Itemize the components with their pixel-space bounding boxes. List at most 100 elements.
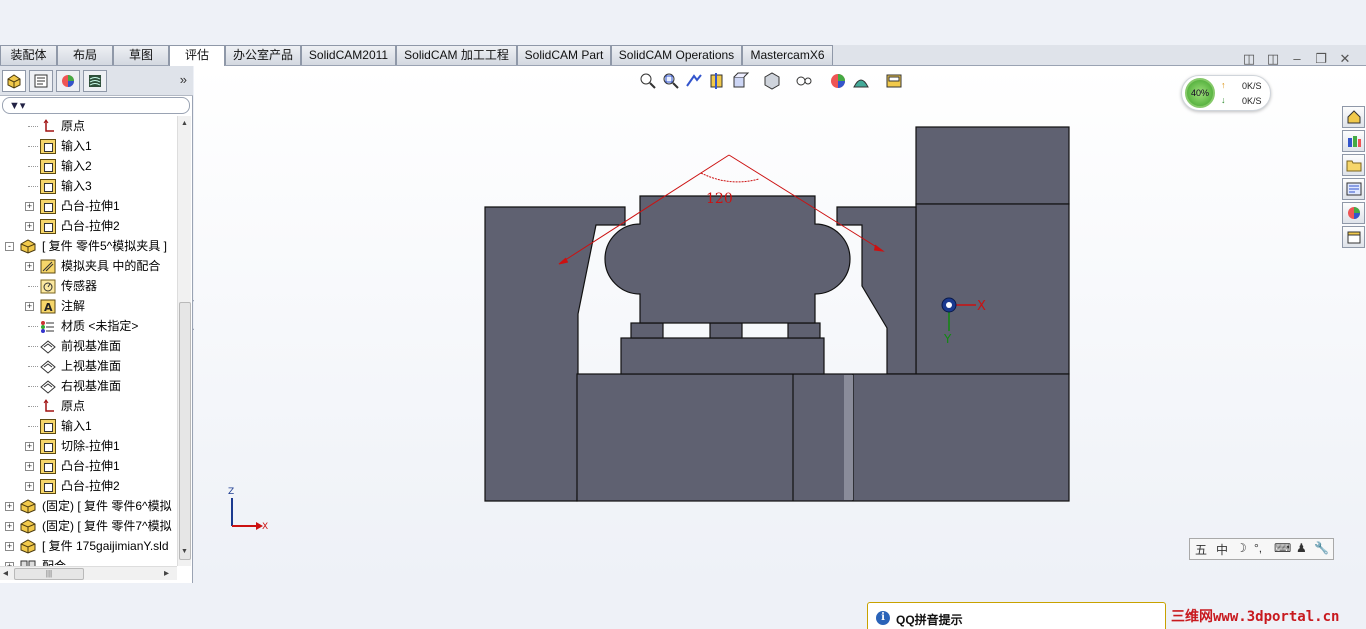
tree-item[interactable]: + 配合 xyxy=(0,556,177,566)
edit-appearance-icon[interactable] xyxy=(828,71,848,91)
tree-item[interactable]: - [ 复件 零件5^模拟夹具 ] xyxy=(0,236,177,256)
collapse-toggle[interactable]: - xyxy=(5,242,14,251)
tab-layout[interactable]: 布局 xyxy=(57,45,113,65)
right-lower-block xyxy=(915,203,1070,375)
tree-item[interactable]: 材质 <未指定> xyxy=(0,316,177,336)
tree-item-label: 模拟夹具 中的配合 xyxy=(61,259,161,273)
tree-horizontal-scrollbar[interactable]: ◂ ||| ▸ xyxy=(0,566,177,580)
apply-scene-icon[interactable] xyxy=(851,71,871,91)
scroll-right-icon[interactable]: ▸ xyxy=(164,567,169,581)
user-icon[interactable]: ♟ xyxy=(1296,541,1307,555)
tab-solidcam-part[interactable]: SolidCAM Part xyxy=(517,45,611,65)
tree-item[interactable]: 传感器 xyxy=(0,276,177,296)
expand-tabs-icon[interactable]: » xyxy=(180,72,187,87)
view-settings-icon[interactable] xyxy=(884,71,904,91)
tab-solidcam-operations[interactable]: SolidCAM Operations xyxy=(611,45,742,65)
file-explorer-tab[interactable] xyxy=(1342,154,1365,176)
tree-item[interactable]: + 凸台-拉伸1 xyxy=(0,196,177,216)
ime-logo-icon[interactable]: 五 xyxy=(1195,541,1207,558)
display-style-icon[interactable] xyxy=(762,71,782,91)
tree-item[interactable]: 输入2 xyxy=(0,156,177,176)
tree-item[interactable]: 原点 xyxy=(0,396,177,416)
origin-icon xyxy=(40,399,56,414)
tree-item[interactable]: 上视基准面 xyxy=(0,356,177,376)
qq-pinyin-popup[interactable]: i QQ拼音提示 xyxy=(867,602,1166,629)
keyboard-icon[interactable]: ⌨ xyxy=(1274,541,1291,555)
tree-line xyxy=(28,326,38,327)
appearances-tab[interactable] xyxy=(1342,202,1365,224)
ime-mode-toggle[interactable]: 中 xyxy=(1216,541,1228,558)
feature-manager-panel: » ▼▾ 原点 输入1 输入2 输入3 + 凸台-拉伸1 + 凸台-拉伸2 - … xyxy=(0,66,193,583)
expand-toggle[interactable]: + xyxy=(25,442,34,451)
tree-item[interactable]: 原点 xyxy=(0,116,177,136)
tree-line xyxy=(28,186,38,187)
tab-office-products[interactable]: 办公室产品 xyxy=(225,45,301,65)
expand-toggle[interactable]: + xyxy=(25,302,34,311)
tree-item[interactable]: 输入3 xyxy=(0,176,177,196)
scroll-down-icon[interactable]: ▼ xyxy=(181,548,188,555)
expand-toggle[interactable]: + xyxy=(5,522,14,531)
tree-item[interactable]: + (固定) [ 复件 零件6^模拟 xyxy=(0,496,177,516)
zoom-to-area-icon[interactable] xyxy=(661,71,681,91)
wrench-icon[interactable]: 🔧 xyxy=(1314,541,1329,555)
panel-tabs: » xyxy=(0,66,193,96)
filter-icon: ▼▾ xyxy=(9,100,26,112)
moon-icon[interactable]: ☽ xyxy=(1236,541,1247,555)
view-palette-tab[interactable] xyxy=(1342,178,1365,200)
tab-assembly[interactable]: 装配体 xyxy=(0,45,57,65)
tab-sketch[interactable]: 草图 xyxy=(113,45,169,65)
view-orientation-icon[interactable] xyxy=(730,71,750,91)
tree-item[interactable]: + 凸台-拉伸2 xyxy=(0,476,177,496)
tree-item[interactable]: 前视基准面 xyxy=(0,336,177,356)
ime-toolbar[interactable]: 五 中 ☽ °, ⌨ ♟ 🔧 xyxy=(1189,538,1334,560)
tree-item[interactable]: + (固定) [ 复件 零件7^模拟 xyxy=(0,516,177,536)
expand-toggle[interactable]: + xyxy=(25,462,34,471)
expand-toggle[interactable]: + xyxy=(25,262,34,271)
tree-item[interactable]: 右视基准面 xyxy=(0,376,177,396)
scroll-up-icon[interactable]: ▲ xyxy=(181,120,188,127)
tree-line xyxy=(28,166,38,167)
previous-view-icon[interactable] xyxy=(684,71,704,91)
solidworks-resources-tab[interactable] xyxy=(1342,106,1365,128)
expand-toggle[interactable]: + xyxy=(5,502,14,511)
tree-item[interactable]: + 模拟夹具 中的配合 xyxy=(0,256,177,276)
tree-item-label: [ 复件 零件5^模拟夹具 ] xyxy=(42,239,167,253)
svg-text:Z: Z xyxy=(228,487,234,497)
tree-item[interactable]: 输入1 xyxy=(0,136,177,156)
design-library-tab[interactable] xyxy=(1342,130,1365,152)
expand-toggle[interactable]: + xyxy=(25,482,34,491)
display-manager-tab[interactable] xyxy=(56,70,80,92)
graphics-area[interactable]: 120 X Y Z X xyxy=(194,66,1366,583)
tree-vertical-scrollbar[interactable]: ▲ ▼ xyxy=(177,116,191,566)
scroll-thumb[interactable] xyxy=(179,302,191,560)
tree-item[interactable]: + [ 复件 175gaijimianY.sld xyxy=(0,536,177,556)
tab-solidcam-project[interactable]: SolidCAM 加工工程 xyxy=(396,45,517,65)
scroll-left-icon[interactable]: ◂ xyxy=(3,567,8,581)
tree-filter-input[interactable]: ▼▾ xyxy=(2,97,190,114)
tree-item[interactable]: + A 注解 xyxy=(0,296,177,316)
tab-solidcam2011[interactable]: SolidCAM2011 xyxy=(301,45,396,65)
property-manager-tab[interactable] xyxy=(29,70,53,92)
network-speed-widget[interactable]: 40% ↑ 0K/S ↓ 0K/S xyxy=(1181,75,1271,111)
hide-show-items-icon[interactable] xyxy=(794,71,814,91)
feature-manager-tab[interactable] xyxy=(2,70,26,92)
expand-toggle[interactable]: + xyxy=(25,202,34,211)
tree-item[interactable]: + 凸台-拉伸2 xyxy=(0,216,177,236)
tree-item[interactable]: + 切除-拉伸1 xyxy=(0,436,177,456)
section-view-icon[interactable] xyxy=(707,71,727,91)
info-icon: i xyxy=(876,611,890,625)
config-manager-tab[interactable] xyxy=(83,70,107,92)
tab-mastercamx6[interactable]: MastercamX6 xyxy=(742,45,833,65)
custom-properties-tab[interactable] xyxy=(1342,226,1365,248)
appearance-icon xyxy=(62,75,74,87)
upload-arrow-icon: ↑ xyxy=(1221,80,1226,90)
task-pane-tabs xyxy=(1341,106,1366,251)
scroll-thumb[interactable]: ||| xyxy=(14,568,84,580)
expand-toggle[interactable]: + xyxy=(5,542,14,551)
tab-evaluate[interactable]: 评估 xyxy=(169,45,225,66)
zoom-to-fit-icon[interactable] xyxy=(638,71,658,91)
tree-item[interactable]: + 凸台-拉伸1 xyxy=(0,456,177,476)
expand-toggle[interactable]: + xyxy=(25,222,34,231)
tree-item[interactable]: 输入1 xyxy=(0,416,177,436)
punctuation-icon[interactable]: °, xyxy=(1254,541,1262,555)
